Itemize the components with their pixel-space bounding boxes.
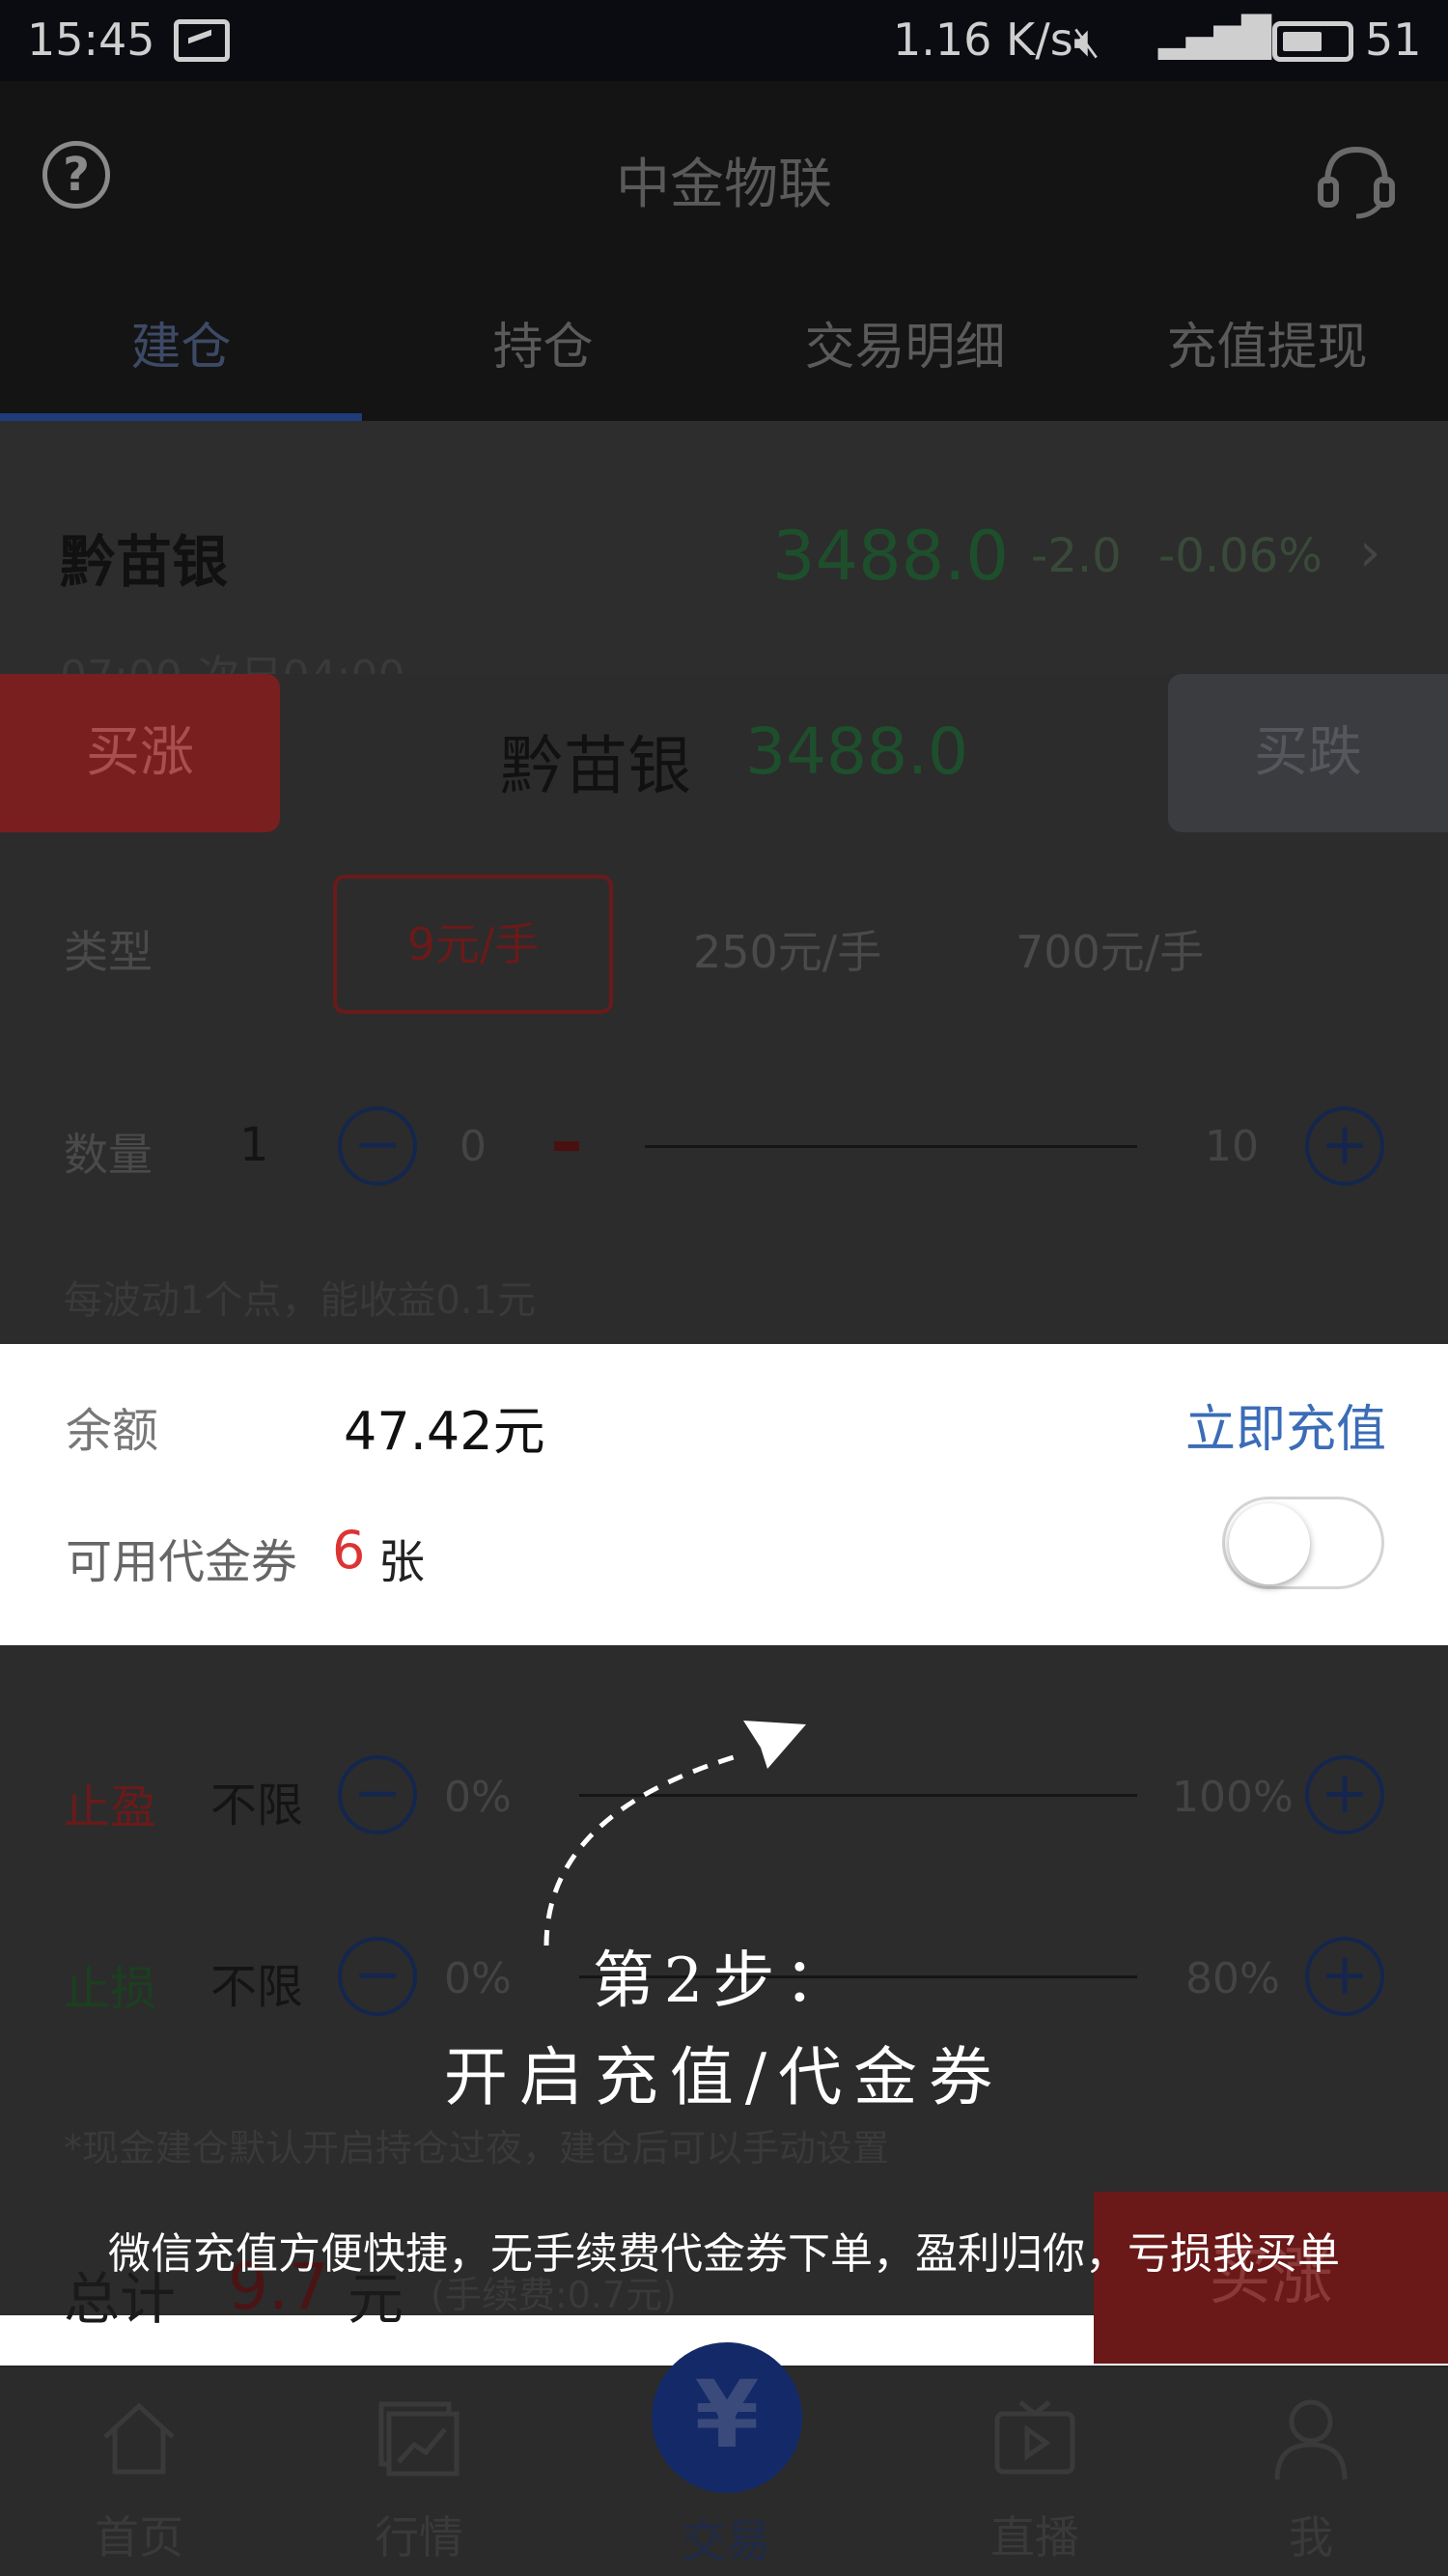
type-label: 类型 [64,926,153,978]
quantity-max: 10 [1205,1122,1259,1171]
type-option-700[interactable]: 700元/手 [1016,917,1204,981]
tab-recharge-withdraw[interactable]: 充值提现 [1086,309,1448,421]
home-icon [103,2402,175,2475]
type-option-250[interactable]: 250元/手 [693,917,881,981]
quantity-slider-handle[interactable] [554,1141,579,1151]
quantity-min: 0 [459,1122,487,1171]
battery-icon [1272,21,1353,62]
take-profit-label: 止盈 [64,1780,157,1834]
tab-holdings[interactable]: 持仓 [362,309,724,421]
voucher-toggle[interactable] [1222,1497,1384,1589]
order-instrument-price: 3488.0 [745,714,968,789]
instrument-name: 黔苗银 [60,529,229,595]
balance-label: 余额 [66,1404,159,1458]
tab-open-position[interactable]: 建仓 [0,309,362,421]
chevron-right-icon[interactable]: › [1359,521,1380,584]
network-speed: 1.16 K/s [893,14,1073,66]
guide-step: 第2步： [592,1946,856,2017]
recharge-now-link[interactable]: 立即充值 [1185,1388,1386,1461]
guide-arrow-icon [543,1721,806,1946]
mute-icon: 🔇︎ [1073,17,1100,67]
quantity-slider[interactable] [645,1145,1137,1148]
image-notification-icon [174,19,230,62]
quantity-label: 数量 [64,1129,153,1181]
order-instrument-name: 黔苗银 [500,729,691,803]
active-tab-indicator [0,413,362,421]
battery-level: 51 [1365,14,1422,66]
voucher-label: 可用代金券 [66,1535,298,1589]
nav-live-label: 直播 [990,2511,1079,2563]
toggle-knob [1229,1503,1310,1584]
yuan-icon[interactable]: ¥ [652,2342,802,2493]
signal-icon: ▂▄▆█ [1158,15,1271,60]
nav-market[interactable]: 行情 [322,2394,515,2566]
guide-action: 开启充值/代金券 [443,2040,1005,2114]
nav-live[interactable]: 直播 [938,2394,1131,2566]
user-icon [1274,2399,1348,2480]
main-tabs: 建仓 持仓 交易明细 充值提现 [0,309,1448,421]
buy-up-toggle[interactable]: 买涨 [0,674,280,832]
nav-home[interactable]: 首页 [42,2394,236,2566]
app-title: 中金物联 [616,154,832,216]
tab-trade-details[interactable]: 交易明细 [724,309,1086,421]
take-profit-max: 100% [1172,1773,1294,1822]
nav-home-label: 首页 [95,2511,183,2563]
tv-play-icon [994,2400,1075,2475]
headset-icon[interactable] [1313,135,1400,222]
take-profit-value: 不限 [210,1778,304,1833]
nav-me[interactable]: 我 [1214,2394,1407,2566]
market-chart-icon [378,2401,459,2477]
take-profit-increase-button[interactable]: + [1305,1755,1384,1834]
instrument-change: -2.0 [1031,529,1122,583]
status-time: 15:45 [27,14,155,66]
overnight-note: *现金建仓默认开启持仓过夜，建仓后可以手动设置 [64,2127,890,2170]
voucher-count: 6 [332,1520,366,1581]
take-profit-decrease-button[interactable]: − [338,1755,417,1834]
instrument-price: 3488.0 [772,517,1009,596]
buy-down-toggle[interactable]: 买跌 [1168,674,1448,832]
voucher-unit: 张 [378,1535,426,1589]
quantity-increase-button[interactable]: + [1305,1106,1384,1186]
quantity-decrease-button[interactable]: − [338,1106,417,1186]
guide-description: 微信充值方便快捷，无手续费代金券下单，盈利归你，亏损我买单 [108,2229,1340,2279]
quantity-value: 1 [239,1118,269,1172]
status-bar: 15:45 1.16 K/s 🔇︎ ▂▄▆█ 51 [0,0,1448,81]
type-option-9[interactable]: 9元/手 [333,875,613,1014]
balance-value: 47.42元 [344,1401,545,1462]
nav-market-label: 行情 [375,2511,463,2563]
point-note: 每波动1个点，能收益0.1元 [64,1278,537,1323]
nav-trade-label[interactable]: 交易 [629,2506,822,2570]
instrument-change-pct: -0.06% [1158,529,1323,583]
nav-me-label: 我 [1289,2511,1333,2563]
take-profit-min: 0% [444,1773,512,1822]
